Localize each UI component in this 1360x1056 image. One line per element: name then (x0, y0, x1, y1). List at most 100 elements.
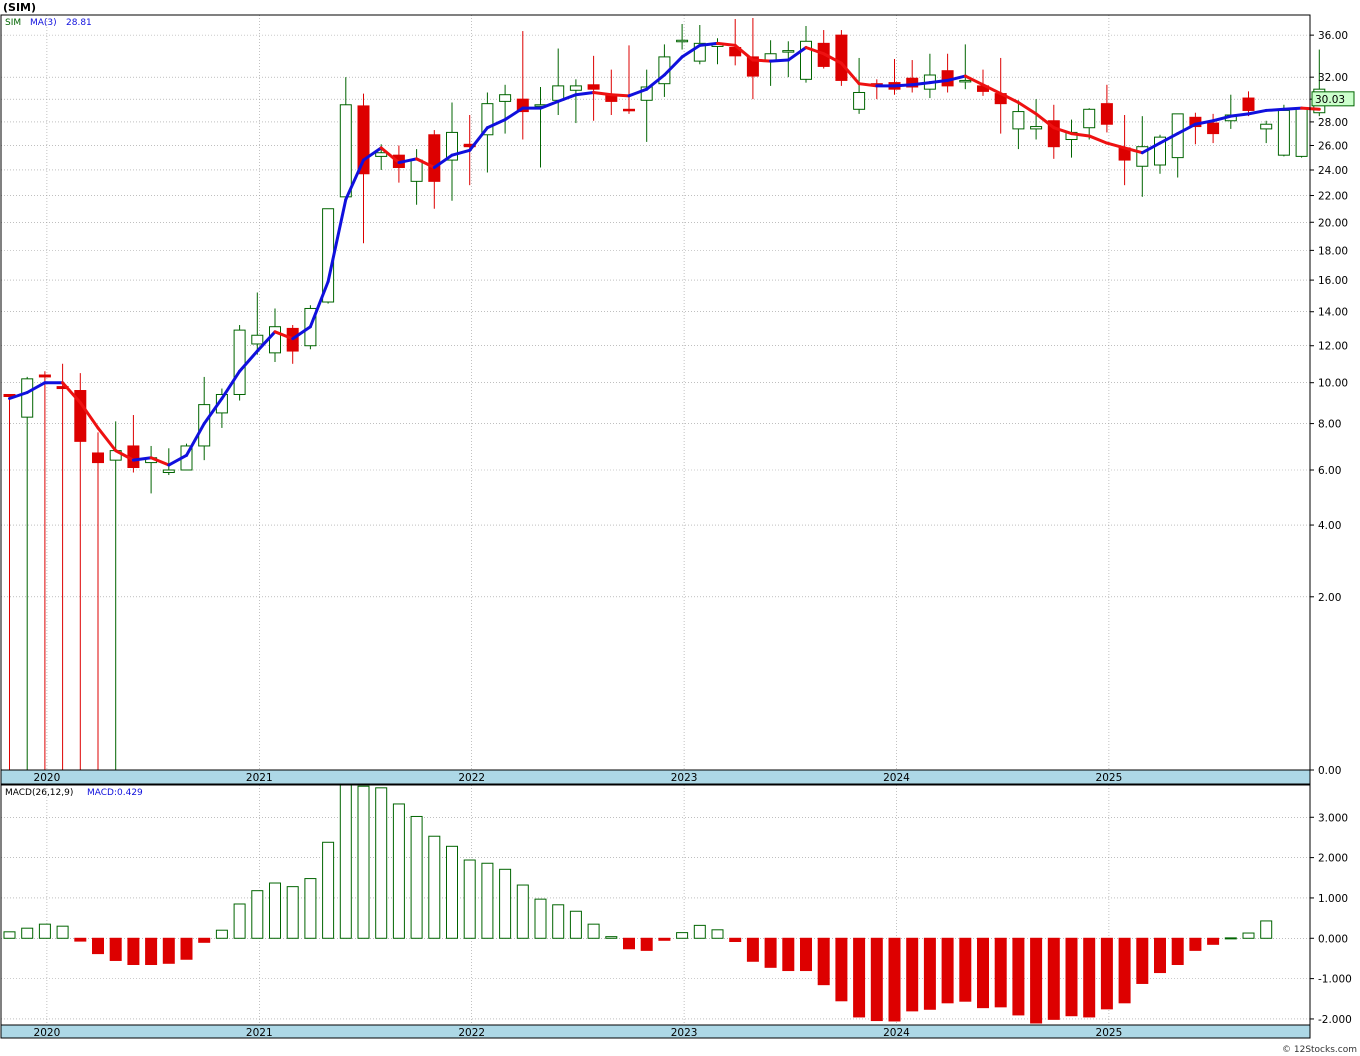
candle-body (764, 53, 777, 61)
macd-x-label: 2024 (883, 1027, 910, 1039)
macd-tick-label: 3.000 (1318, 812, 1348, 824)
price-x-label: 2022 (458, 772, 485, 784)
candle (233, 325, 246, 401)
macd-bar (605, 936, 618, 939)
chart-title: (SIM) (3, 1, 36, 14)
macd-bar (180, 937, 193, 960)
site-credit: © 12Stocks.com (1282, 1045, 1357, 1055)
macd-bar (835, 937, 848, 1002)
macd-bar (215, 929, 228, 939)
ma-segment (698, 41, 719, 47)
macd-bar (888, 937, 901, 1022)
candle-body (569, 85, 582, 91)
macd-bar (817, 937, 830, 986)
macd-bar (676, 932, 689, 939)
macd-bar (906, 937, 919, 1012)
macd-bar (304, 878, 317, 939)
macd-bar (392, 803, 405, 939)
candle-body (835, 34, 848, 81)
macd-bar (1189, 937, 1202, 951)
price-tick-label: 18.00 (1318, 245, 1348, 257)
macd-bar (1065, 937, 1078, 1017)
candle-body (605, 95, 618, 102)
macd-bar (463, 859, 476, 939)
macd-bar (552, 904, 565, 939)
macd-bar (109, 937, 122, 961)
price-tick-label: 4.00 (1318, 520, 1341, 532)
candle-body (1242, 97, 1255, 111)
candle-body (21, 378, 34, 418)
macd-bar (38, 923, 51, 939)
macd-bar (534, 898, 547, 939)
macd-bar (286, 886, 299, 939)
macd-bar (251, 890, 264, 939)
ma-segment (893, 83, 914, 88)
price-tick-label: 14.00 (1318, 307, 1348, 319)
price-x-label: 2025 (1096, 772, 1123, 784)
macd-x-label: 2025 (1096, 1027, 1123, 1039)
candle (1295, 107, 1308, 158)
macd-bar (941, 937, 954, 1004)
candle-body (552, 85, 565, 101)
macd-bar (56, 925, 69, 939)
candle-body (428, 134, 441, 182)
macd-bar (977, 937, 989, 1009)
macd-bar (800, 937, 812, 972)
macd-bar (1047, 937, 1060, 1020)
macd-bar (640, 937, 653, 951)
macd-bar (1012, 937, 1025, 1016)
macd-bar (428, 835, 441, 939)
candle-body (499, 94, 512, 102)
candle-body (623, 108, 635, 112)
macd-bar (746, 937, 759, 962)
macd-bar (870, 937, 883, 1022)
ma-segment (1282, 106, 1304, 111)
candle (835, 30, 848, 86)
macd-bar (1118, 937, 1131, 1004)
candle-body (162, 469, 175, 474)
ma-segment (716, 41, 737, 47)
candle-body (339, 104, 352, 198)
macd-bar (994, 937, 1007, 1008)
price-tick-label: 36.00 (1318, 30, 1348, 42)
macd-bar (516, 884, 529, 939)
macd-bar (1224, 937, 1237, 940)
price-tick-label: 8.00 (1318, 419, 1341, 431)
macd-bar (658, 937, 671, 941)
macd-bar (74, 937, 87, 942)
macd-bar (145, 937, 158, 965)
candle-body (1277, 109, 1290, 156)
macd-bar (92, 937, 104, 955)
candle-body (233, 329, 246, 395)
macd-bar (1171, 937, 1184, 965)
macd-bar (499, 868, 512, 939)
price-tick-label: 16.00 (1318, 275, 1348, 287)
macd-bar (446, 845, 458, 939)
macd-x-label: 2020 (34, 1027, 61, 1039)
price-tick-label: 6.00 (1318, 465, 1341, 477)
candle-body (375, 152, 388, 157)
candle (1277, 104, 1290, 157)
price-tick-label: 32.00 (1318, 72, 1348, 84)
price-tick-label: 2.00 (1318, 592, 1341, 604)
macd-bar (1030, 937, 1043, 1024)
macd-tick-label: 0.000 (1318, 933, 1348, 945)
ma-segment (751, 58, 773, 63)
candle-body (251, 334, 264, 345)
macd-x-label: 2021 (246, 1027, 273, 1039)
price-x-label: 2024 (883, 772, 910, 784)
macd-bar (357, 785, 370, 939)
ma-segment (609, 93, 631, 98)
macd-legend-value: MACD:0.429 (87, 788, 143, 798)
macd-bar (481, 862, 494, 939)
macd-tick-label: -2.000 (1318, 1014, 1352, 1026)
macd-bar (1083, 937, 1096, 1018)
macd-x-label: 2022 (458, 1027, 485, 1039)
macd-tick-label: 2.000 (1318, 853, 1348, 865)
candle-body (1295, 107, 1308, 157)
macd-bar (923, 937, 936, 1010)
macd-bar (3, 931, 16, 939)
candle-body (853, 91, 866, 110)
candle-body (587, 84, 600, 90)
macd-bar (1207, 937, 1220, 945)
